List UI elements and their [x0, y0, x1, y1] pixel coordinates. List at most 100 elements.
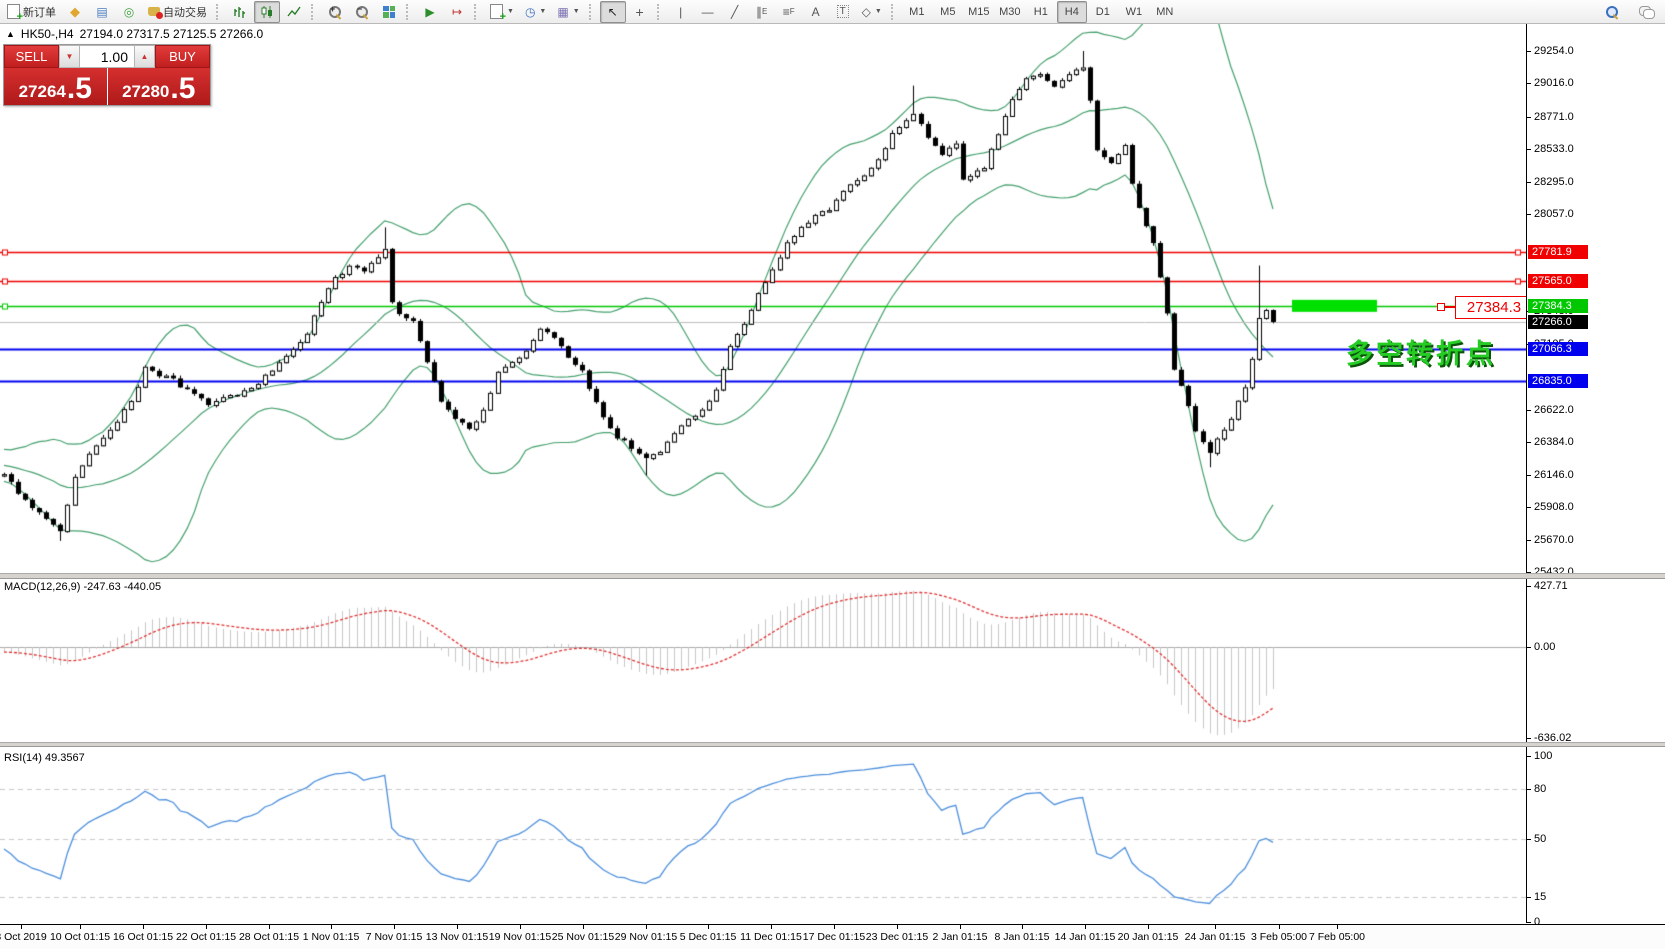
rsi-canvas[interactable] [0, 746, 1526, 923]
channel-button[interactable]: ∥E [749, 1, 775, 23]
time-axis-label: 19 Nov 01:15 [489, 931, 551, 943]
time-axis-label: 11 Dec 01:15 [740, 931, 802, 943]
price-line-chip: 26835.0 [1528, 374, 1588, 388]
chevron-down-icon: ▼ [875, 8, 882, 15]
price-chart-canvas[interactable] [0, 24, 1526, 573]
periods-button[interactable]: ◷ ▼ [520, 1, 551, 23]
tab-m30[interactable]: M30 [995, 1, 1025, 23]
axis-price-label: 29016.0 [1534, 77, 1574, 89]
axis-tick [1527, 475, 1531, 476]
navigator-button[interactable]: ▤ [89, 1, 115, 23]
time-axis[interactable]: 3 Oct 201910 Oct 01:1516 Oct 01:1522 Oct… [0, 924, 1665, 949]
fibonacci-button[interactable]: ≡F [776, 1, 802, 23]
buy-button[interactable]: BUY [155, 45, 210, 68]
zoom-in-button[interactable]: + [322, 1, 348, 23]
time-axis-label: 22 Oct 01:15 [176, 931, 236, 943]
axis-tick [1527, 756, 1531, 757]
arrows-icon: ◇ [862, 5, 871, 19]
buy-price-main: 27280 [122, 82, 169, 102]
macd-scale-label: 0.00 [1534, 641, 1555, 653]
turning-point-annotation[interactable]: 多空转折点 [1346, 332, 1496, 371]
search-button[interactable] [1599, 1, 1625, 23]
autotrade-button[interactable]: 自动交易 [143, 1, 212, 23]
volume-increase-button[interactable]: ▲ [134, 45, 155, 68]
price-line-chip: 27384.3 [1528, 299, 1588, 313]
time-axis-label: 1 Nov 01:15 [303, 931, 360, 943]
price-flag-label[interactable]: 27384.3 [1455, 296, 1533, 319]
toolbar-grip [891, 4, 898, 20]
time-axis-tick [269, 925, 270, 929]
tile-windows-button[interactable] [376, 1, 402, 23]
horizontal-line-button[interactable]: — [695, 1, 721, 23]
sell-price[interactable]: 27264 .5 [4, 68, 108, 105]
axis-price-label: 26384.0 [1534, 436, 1574, 448]
macd-canvas[interactable] [0, 578, 1526, 742]
new-order-button[interactable]: + 新订单 [2, 1, 61, 23]
pane-splitter[interactable] [0, 742, 1665, 747]
pane-splitter[interactable] [0, 573, 1665, 579]
templates-button[interactable]: ▦ ▼ [552, 1, 584, 23]
price-axis[interactable]: 29254.029016.028771.028533.028295.028057… [1527, 0, 1665, 949]
time-axis-tick [1279, 925, 1280, 929]
time-axis-label: 17 Dec 01:15 [803, 931, 865, 943]
crosshair-button[interactable]: + [627, 1, 653, 23]
time-axis-label: 10 Oct 01:15 [50, 931, 110, 943]
text-label-button[interactable]: T [830, 1, 856, 23]
indicators-button[interactable]: + ▼ [485, 1, 519, 23]
axis-tick [1527, 117, 1531, 118]
tab-w1[interactable]: W1 [1119, 1, 1149, 23]
tab-h4[interactable]: H4 [1057, 1, 1087, 23]
time-axis-tick [771, 925, 772, 929]
tab-m5[interactable]: M5 [933, 1, 963, 23]
axis-price-label: 29254.0 [1534, 45, 1574, 57]
market-watch-icon: ◆ [70, 4, 80, 20]
arrows-button[interactable]: ◇ ▼ [857, 1, 887, 23]
tab-m15[interactable]: M15 [964, 1, 994, 23]
zoom-out-button[interactable]: − [349, 1, 375, 23]
toolbar-grip [474, 4, 481, 20]
axis-tick [1527, 586, 1531, 587]
terminal-button[interactable]: ◎ [116, 1, 142, 23]
time-axis-tick [1148, 925, 1149, 929]
auto-scroll-button[interactable]: ▶ [417, 1, 443, 23]
time-axis-label: 20 Jan 01:15 [1118, 931, 1179, 943]
symbol-period-label: HK50-,H4 [21, 27, 74, 41]
tab-d1[interactable]: D1 [1088, 1, 1118, 23]
chevron-down-icon: ▼ [573, 8, 580, 15]
toolbar-grip [311, 4, 318, 20]
chart-title: ▲ HK50-,H4 27194.0 27317.5 27125.5 27266… [6, 27, 263, 41]
market-watch-button[interactable]: ◆ [62, 1, 88, 23]
buy-price[interactable]: 27280 .5 [108, 68, 211, 105]
rsi-scale-label: 80 [1534, 783, 1546, 795]
trendline-icon: ╱ [731, 5, 738, 19]
bar-chart-button[interactable] [227, 1, 253, 23]
collapse-panel-icon[interactable]: ▲ [6, 29, 15, 39]
volume-input[interactable]: 1.00 [80, 45, 134, 68]
time-axis-label: 24 Jan 01:15 [1185, 931, 1246, 943]
axis-tick [1527, 507, 1531, 508]
chart-shift-button[interactable]: ↦ [444, 1, 470, 23]
volume-decrease-button[interactable]: ▼ [59, 45, 80, 68]
current-price-chip: 27266.0 [1528, 315, 1588, 329]
tab-mn[interactable]: MN [1150, 1, 1180, 23]
rsi-scale-label: 100 [1534, 750, 1552, 762]
new-order-label: 新订单 [23, 4, 56, 20]
candlestick-chart-button[interactable] [254, 1, 280, 23]
axis-price-label: 28057.0 [1534, 208, 1574, 220]
sell-button[interactable]: SELL [4, 45, 59, 68]
vertical-line-button[interactable]: | [668, 1, 694, 23]
axis-price-label: 26146.0 [1534, 469, 1574, 481]
community-chat-button[interactable] [1633, 1, 1659, 23]
one-click-trading-panel: SELL ▼ 1.00 ▲ BUY 27264 .5 27280 .5 [3, 44, 211, 106]
time-axis-label: 14 Jan 01:15 [1055, 931, 1116, 943]
tab-m1[interactable]: M1 [902, 1, 932, 23]
trendline-button[interactable]: ╱ [722, 1, 748, 23]
indicators-icon: + [490, 4, 503, 19]
cursor-button[interactable]: ↖ [600, 1, 626, 23]
auto-scroll-icon: ▶ [425, 5, 434, 19]
tab-h1[interactable]: H1 [1026, 1, 1056, 23]
line-chart-button[interactable] [281, 1, 307, 23]
clock-icon: ◷ [525, 5, 535, 19]
text-button[interactable]: A [803, 1, 829, 23]
fibonacci-icon: ≡ [783, 5, 790, 19]
